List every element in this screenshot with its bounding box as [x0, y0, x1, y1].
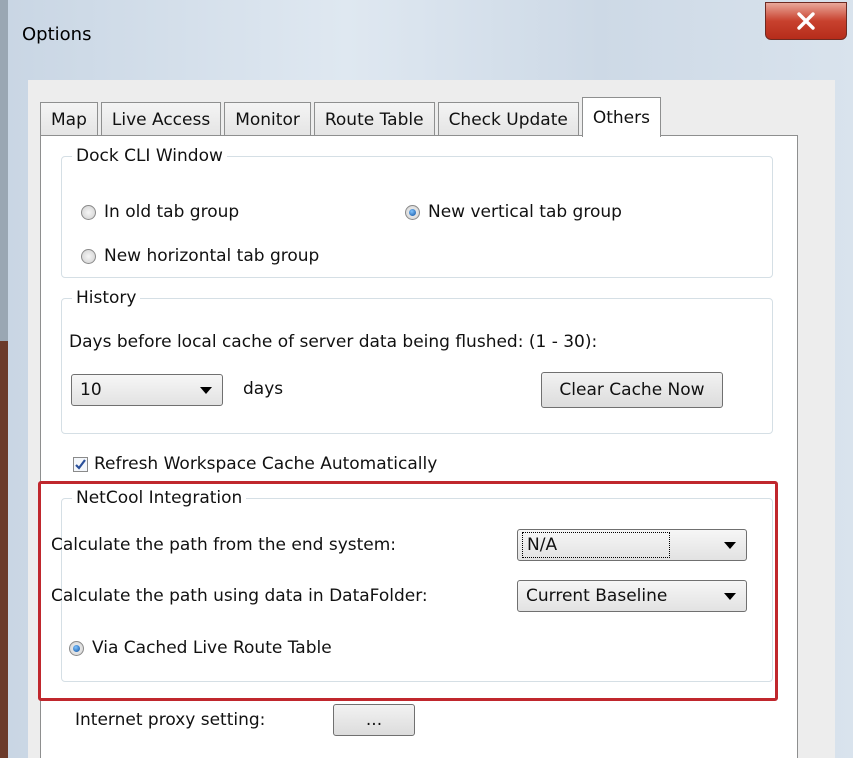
title-bar[interactable]: Options [8, 0, 853, 80]
tab-others[interactable]: Others [581, 97, 661, 137]
checkbox-box [73, 456, 88, 472]
radio-label: New horizontal tab group [104, 246, 320, 266]
tab-check-update[interactable]: Check Update [437, 102, 579, 136]
chevron-down-icon [200, 387, 212, 394]
radio-indicator [81, 248, 96, 264]
datafolder-label: Calculate the path using data in DataFol… [51, 586, 428, 606]
datafolder-dropdown[interactable]: Current Baseline [517, 580, 747, 612]
radio-label: Via Cached Live Route Table [92, 638, 332, 658]
days-unit-label: days [243, 379, 284, 399]
tab-strip: Map Live Access Monitor Route Table Chec… [40, 97, 664, 137]
days-dropdown[interactable]: 10 [71, 374, 223, 406]
chevron-down-icon [724, 542, 736, 549]
history-group: History [61, 288, 773, 434]
days-value: 10 [80, 380, 102, 400]
netcool-legend: NetCool Integration [76, 488, 243, 508]
dialog-client-area: Map Live Access Monitor Route Table Chec… [28, 80, 835, 758]
datafolder-value: Current Baseline [526, 586, 668, 606]
tab-live-access[interactable]: Live Access [100, 102, 222, 136]
radio-old-tab-group[interactable]: In old tab group [81, 202, 239, 222]
checkmark-icon [75, 458, 86, 470]
tab-map[interactable]: Map [40, 102, 98, 136]
refresh-cache-checkbox[interactable]: Refresh Workspace Cache Automatically [73, 454, 437, 474]
radio-cached-live-route-table[interactable]: Via Cached Live Route Table [69, 638, 332, 658]
close-button[interactable] [765, 2, 847, 40]
history-legend: History [76, 288, 137, 308]
chevron-down-icon [724, 593, 736, 600]
clear-cache-button[interactable]: Clear Cache Now [541, 372, 723, 408]
radio-indicator [81, 204, 96, 220]
tab-monitor[interactable]: Monitor [224, 102, 311, 136]
radio-label: New vertical tab group [428, 202, 622, 222]
tab-route-table[interactable]: Route Table [313, 102, 435, 136]
others-tab-panel: Dock CLI Window In old tab group New ver… [40, 135, 798, 758]
window-title: Options [22, 24, 92, 45]
refresh-cache-label: Refresh Workspace Cache Automatically [94, 454, 438, 474]
dock-cli-legend: Dock CLI Window [76, 146, 223, 166]
background-window-edge [0, 0, 8, 758]
close-icon [797, 12, 815, 30]
end-system-value: N/A [522, 532, 670, 558]
radio-indicator-selected [405, 204, 420, 220]
end-system-dropdown[interactable]: N/A [517, 529, 747, 561]
options-dialog: Options Map Live Access Monitor Route Ta… [8, 0, 853, 758]
end-system-label: Calculate the path from the end system: [51, 535, 397, 555]
radio-label: In old tab group [104, 202, 240, 222]
history-description: Days before local cache of server data b… [69, 332, 598, 352]
proxy-settings-button[interactable]: ... [333, 704, 415, 736]
radio-new-horizontal-tab-group[interactable]: New horizontal tab group [81, 246, 319, 266]
proxy-label: Internet proxy setting: [75, 710, 266, 730]
radio-new-vertical-tab-group[interactable]: New vertical tab group [405, 202, 622, 222]
radio-indicator-selected [69, 640, 84, 656]
